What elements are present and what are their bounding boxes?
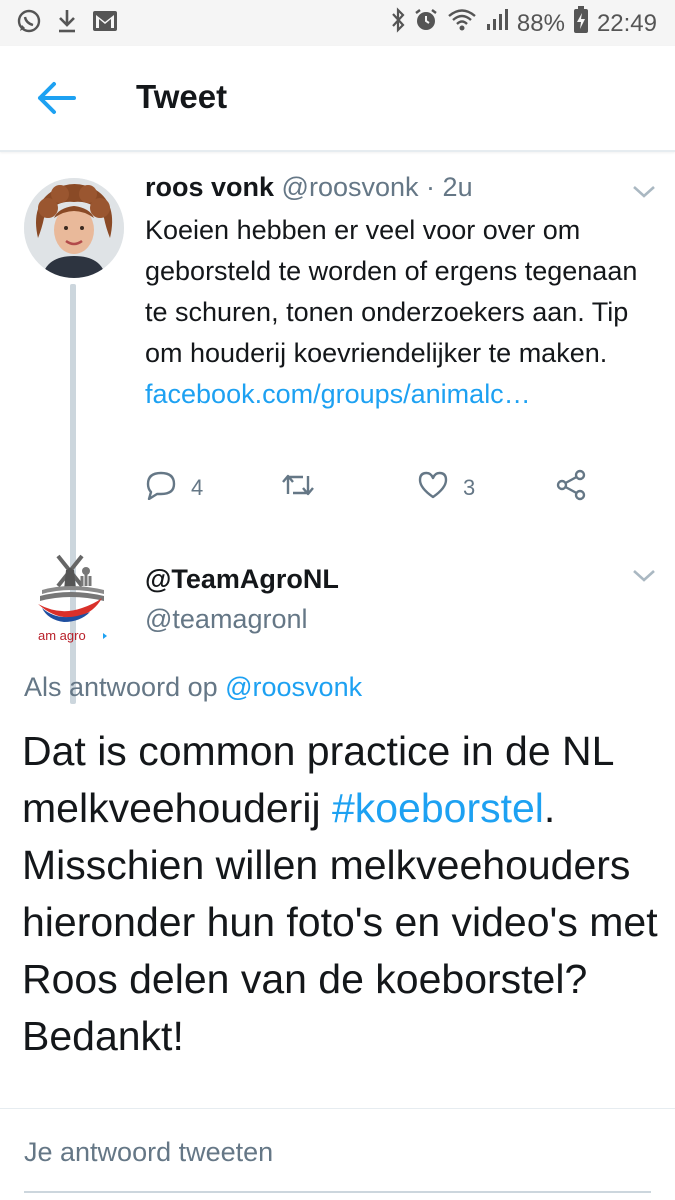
chevron-down-icon — [631, 186, 657, 204]
signal-icon — [485, 8, 509, 39]
retweet-icon — [281, 472, 315, 504]
wifi-icon — [447, 8, 477, 39]
reply-author-handle[interactable]: @teamagronl — [145, 604, 308, 635]
tweet-time: 2u — [442, 172, 473, 202]
notification-icons — [16, 8, 118, 39]
app-bar: Tweet — [0, 46, 675, 152]
meta-separator: · — [426, 172, 436, 202]
reply-tweet-text: Dat is common practice in de NL melkveeh… — [22, 723, 662, 1065]
replying-to-label: Als antwoord op — [24, 672, 226, 702]
bluetooth-icon — [391, 7, 405, 40]
hashtag-link[interactable]: #koeborstel — [332, 785, 544, 831]
author-name[interactable]: roos vonk — [145, 172, 274, 202]
reply-input[interactable]: Je antwoord tweeten — [24, 1137, 651, 1193]
download-icon — [56, 8, 78, 39]
clock: 22:49 — [596, 9, 657, 37]
tweet-text-content: Koeien hebben er veel voor over om gebor… — [145, 215, 638, 368]
tweet-menu-button[interactable] — [631, 184, 657, 200]
team-agro-logo[interactable]: am agro — [20, 546, 120, 646]
page-title: Tweet — [136, 78, 228, 115]
battery-percentage: 88% — [516, 9, 565, 37]
like-button[interactable]: 3 — [417, 468, 475, 508]
tweet-actions: 4 3 — [145, 468, 595, 508]
reply-count: 4 — [191, 475, 204, 500]
reply-composer-bar: Je antwoord tweeten — [0, 1108, 675, 1200]
reply-author-name[interactable]: @TeamAgroNL — [145, 564, 339, 595]
reply-menu-button[interactable] — [631, 568, 657, 584]
replying-to: Als antwoord op @roosvonk — [24, 672, 362, 703]
share-button[interactable] — [555, 468, 587, 508]
back-button[interactable] — [30, 76, 82, 124]
retweet-button[interactable] — [281, 468, 315, 508]
heart-icon — [417, 470, 449, 506]
like-count: 3 — [463, 475, 476, 500]
status-bar: 88% 22:49 — [0, 0, 675, 46]
back-arrow-icon — [36, 81, 76, 120]
whatsapp-icon — [16, 8, 42, 39]
logo-text: am agro — [38, 628, 86, 643]
share-icon — [555, 469, 587, 507]
original-tweet[interactable]: roos vonk @roosvonk · 2u Koeien hebben e… — [0, 156, 675, 704]
tweet-header: roos vonk @roosvonk · 2u — [145, 172, 473, 203]
reply-button[interactable]: 4 — [145, 468, 203, 508]
system-status: 88% 22:49 — [391, 6, 657, 41]
reply-tweet-header: am agro @TeamAgroNL @teamagronl — [0, 546, 675, 666]
reply-icon — [145, 470, 177, 506]
tweet-link[interactable]: facebook.com/groups/animalc… — [145, 374, 655, 415]
gmail-icon — [92, 10, 118, 37]
chevron-down-icon — [631, 570, 657, 588]
alarm-icon — [413, 7, 439, 40]
author-handle[interactable]: @roosvonk — [282, 172, 419, 202]
tweet-text: Koeien hebben er veel voor over om gebor… — [145, 210, 655, 415]
replying-to-mention[interactable]: @roosvonk — [225, 672, 362, 702]
battery-charging-icon — [573, 6, 589, 41]
avatar[interactable] — [24, 178, 124, 278]
